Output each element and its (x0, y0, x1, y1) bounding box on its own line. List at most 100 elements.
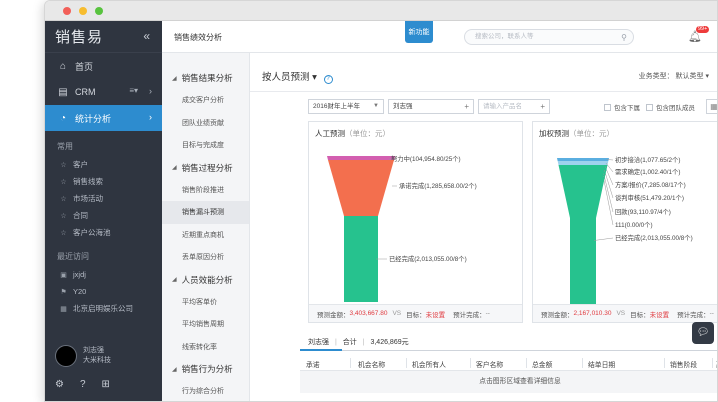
common-item[interactable]: ☆ 市场活动 (45, 190, 162, 207)
plus-icon: + (540, 102, 545, 111)
chevron-down-icon: ▾ (705, 73, 709, 80)
panel-title-text: 加权预测 (539, 129, 569, 138)
help-icon[interactable]: ? (80, 379, 86, 390)
star-icon: ☆ (60, 195, 67, 203)
funnel-segment[interactable] (559, 168, 607, 172)
common-item-label: 客户公海池 (73, 228, 111, 237)
weighted-forecast-panel: 加权预测（单位：元） 初步接洽(1,077.65/2个) 需求确定(1,002.4… (532, 121, 718, 323)
grid-view-button[interactable]: ▦ (706, 99, 717, 114)
submenu-item[interactable]: 平均销售周期 (162, 313, 249, 336)
user-company: 大米科技 (83, 357, 111, 364)
funnel-segment[interactable] (557, 158, 609, 161)
submenu-item[interactable]: 平均客单价 (162, 291, 249, 314)
column-header[interactable]: 总金额 (532, 359, 552, 369)
chat-icon[interactable]: 💬︎ (692, 322, 714, 344)
business-type-value: 默认类型 (675, 73, 704, 80)
collapse-sidebar-icon[interactable]: « (143, 29, 150, 43)
submenu-item[interactable]: 丢单原因分析 (162, 246, 249, 269)
funnel-segment[interactable] (560, 175, 606, 177)
funnel-stage-label: 初步接洽(1,077.65/2个) (615, 155, 680, 164)
help-icon[interactable]: ? (323, 75, 333, 84)
window-titlebar (45, 1, 717, 21)
checkbox-box[interactable] (604, 103, 611, 111)
caret-down-icon: ◢ (172, 75, 177, 82)
checkbox-box[interactable] (646, 103, 653, 111)
column-header[interactable]: 机会名称 (358, 359, 385, 369)
nav-item-crm[interactable]: ▤ CRM ≡▾ › (45, 79, 162, 105)
close-window-button[interactable] (63, 7, 71, 15)
common-item[interactable]: ☆ 客户 (45, 156, 162, 173)
list-menu-icon[interactable]: ≡▾ (129, 86, 138, 95)
funnel-segment[interactable] (557, 161, 609, 165)
person-select[interactable]: 刘志强 + (388, 99, 474, 114)
submenu-item[interactable]: 近期重点商机 (162, 224, 249, 247)
forecast-label: 预测金额： (317, 311, 350, 319)
funnel-segment[interactable] (328, 160, 394, 216)
funnel-segment[interactable] (560, 172, 606, 175)
submenu-group[interactable]: ◢ 销售结果分析 (162, 67, 249, 89)
settings-icon[interactable]: ⚙ (55, 379, 64, 390)
common-section-title: 常用 (57, 142, 73, 151)
recent-item[interactable]: ⚑ Y20 (45, 283, 162, 300)
submenu-group[interactable]: ◢ 销售行为分析 (162, 358, 249, 380)
recent-item[interactable]: ▣ jxjdj (45, 266, 162, 283)
business-type-select[interactable]: 业务类型： 默认类型 ▾ (639, 71, 709, 81)
submenu-item[interactable]: 销售阶段推进 (162, 179, 249, 202)
funnel-stage-label: 已经完成(2,013,055.00/8个) (389, 254, 467, 263)
common-item[interactable]: ☆ 客户公海池 (45, 224, 162, 241)
funnel-stage-label: 努力中(104,954.80/25个) (391, 154, 461, 163)
nav-item-home[interactable]: ⌂ 首页 (45, 53, 162, 79)
completion-label: 预计完成： (453, 311, 486, 319)
weighted-funnel-chart[interactable]: 初步接洽(1,077.65/2个) 需求确定(1,002.40/1个) 方案/报价(… (533, 140, 718, 305)
panel-title: 人工预测（单位：元） (315, 128, 390, 139)
column-header[interactable]: 结单日期 (588, 359, 615, 369)
forecast-mode-dropdown[interactable]: 按人员预测 ▾ ? (262, 69, 333, 84)
search-input[interactable]: 搜索公司，联系人等 ⚲ (464, 29, 634, 45)
search-icon[interactable]: ⚲ (621, 31, 627, 45)
submenu-item-active[interactable]: 销售漏斗预测 (162, 201, 249, 224)
period-select[interactable]: 2016财年上半年 ▼ (308, 99, 384, 114)
include-team-checkbox[interactable]: 包含团队成员 (646, 102, 695, 112)
funnel-segment[interactable] (561, 177, 605, 304)
apps-grid-icon[interactable]: ⊞ (102, 379, 110, 390)
submenu-group[interactable]: ◢ 销售过程分析 (162, 157, 249, 179)
submenu-item[interactable]: 线索转化率 (162, 336, 249, 359)
funnel-segment[interactable] (558, 165, 608, 168)
briefcase-icon: ▣ (60, 271, 67, 279)
column-header[interactable]: 机会所有人 (412, 359, 446, 369)
submenu-group[interactable]: ◢ 人员效能分析 (162, 269, 249, 291)
nav-item-analytics[interactable]: ◔ 统计分析 › (45, 105, 162, 131)
star-icon: ☆ (60, 161, 67, 169)
common-item[interactable]: ☆ 销售线索 (45, 173, 162, 190)
funnel-segment[interactable] (327, 156, 395, 160)
minimize-window-button[interactable] (79, 7, 87, 15)
column-header[interactable]: 销售阶段 (670, 359, 697, 369)
column-header[interactable]: 承诺 (306, 359, 320, 369)
panel-title: 加权预测（单位：元） (539, 128, 614, 139)
common-item[interactable]: ☆ 合同 (45, 207, 162, 224)
analysis-submenu: ◢ 销售结果分析 成交客户分析 团队业绩贡献 目标与完成度 ◢ 销售过程分析 销售阶… (162, 53, 250, 401)
target-label: 目标： (406, 311, 426, 319)
user-profile[interactable]: 刘志强 大米科技 (55, 345, 111, 367)
submenu-item[interactable]: 目标与完成度 (162, 134, 249, 157)
product-input[interactable]: 请输入产品名 + (478, 99, 550, 114)
recent-item[interactable]: ▦ 北京启明娱乐公司 (45, 300, 162, 317)
funnel-stage-label: 需求确定(1,002.40/1个) (615, 167, 680, 176)
summary-total-label: 合计 (342, 339, 357, 346)
submenu-item[interactable]: 成交客户分析 (162, 89, 249, 112)
maximize-window-button[interactable] (95, 7, 103, 15)
include-subordinates-checkbox[interactable]: 包含下属 (604, 102, 640, 112)
column-header[interactable]: 客户名称 (476, 359, 503, 369)
submenu-item[interactable]: 团队业绩贡献 (162, 112, 249, 135)
funnel-segment[interactable] (344, 216, 378, 302)
period-value: 2016财年上半年 (313, 103, 360, 110)
submenu-group-title: 销售行为分析 (181, 364, 233, 374)
manual-funnel-chart[interactable]: 努力中(104,954.80/25个) 承诺完成(1,285,658.00/2个)… (309, 140, 524, 305)
vs-label: VS (616, 310, 626, 317)
caret-down-icon: ◢ (172, 165, 177, 171)
submenu-item[interactable]: 行为综合分析 (162, 380, 249, 401)
completion-value: -- (709, 310, 714, 317)
new-feature-badge[interactable]: 新功能 (405, 21, 433, 43)
completion-value: -- (485, 310, 490, 317)
table-empty-note: 点击图形区域查看详细信息 (300, 371, 717, 393)
